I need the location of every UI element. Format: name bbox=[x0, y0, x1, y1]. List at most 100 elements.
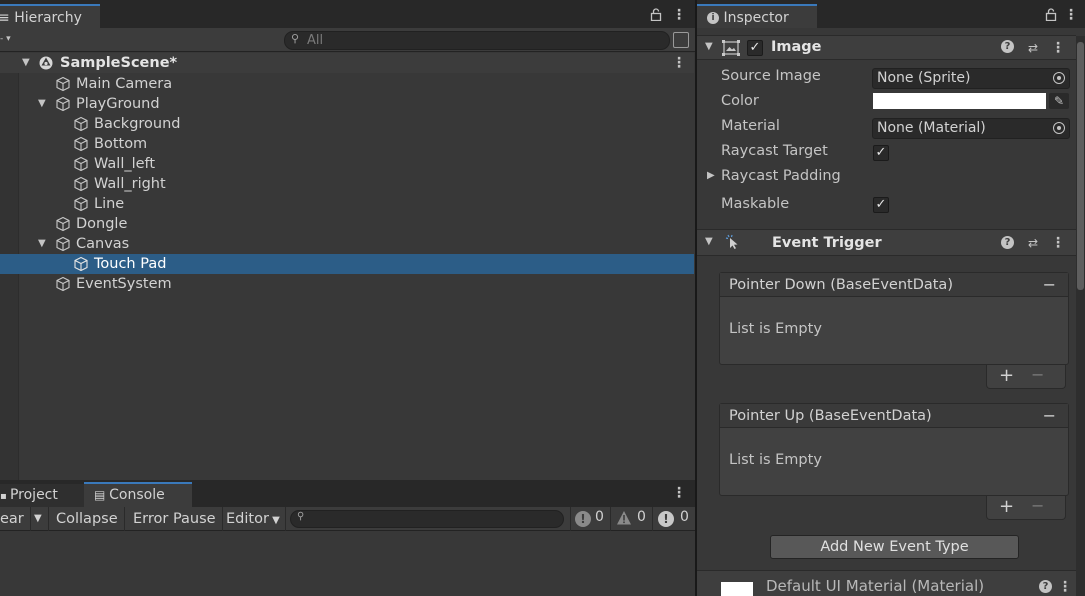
tree-item-wall-right[interactable]: Wall_right bbox=[0, 174, 694, 194]
foldout-arrow-icon[interactable]: ▶ bbox=[707, 170, 715, 181]
tree-item-label: Wall_left bbox=[94, 156, 156, 172]
raycast-target-label: Raycast Target bbox=[721, 143, 828, 159]
raycast-target-checkbox[interactable]: ✓ bbox=[873, 145, 889, 161]
gameobject-cube-icon bbox=[73, 196, 89, 212]
gameobject-cube-icon bbox=[55, 96, 71, 112]
foldout-arrow-icon[interactable]: ▼ bbox=[705, 41, 713, 52]
component-menu-icon[interactable]: ⋮ bbox=[1051, 40, 1065, 56]
expand-arrow-icon[interactable]: ▼ bbox=[22, 53, 30, 73]
warning-filter-toggle[interactable]: 0 bbox=[610, 507, 650, 531]
scene-row[interactable]: ▼ SampleScene* ⋮ bbox=[0, 53, 694, 73]
remove-listener-button[interactable]: − bbox=[1031, 365, 1044, 384]
image-component-header[interactable]: ▼ ✓ Image ? ⇄ ⋮ bbox=[697, 35, 1076, 60]
tree-item-label: Main Camera bbox=[76, 76, 173, 92]
search-icon: ⚲ bbox=[291, 32, 300, 45]
console-icon: ▤ bbox=[94, 488, 110, 502]
tree-item-line[interactable]: Line bbox=[0, 194, 694, 214]
event-body: List is Empty bbox=[729, 321, 822, 337]
color-swatch[interactable] bbox=[873, 93, 1046, 109]
tree-item-label: Wall_right bbox=[94, 176, 166, 192]
help-icon[interactable]: ? bbox=[1039, 580, 1052, 593]
panel-divider[interactable] bbox=[695, 0, 697, 596]
tree-item-main-camera[interactable]: Main Camera bbox=[0, 74, 694, 94]
help-icon[interactable]: ? bbox=[1001, 236, 1014, 249]
object-picker-icon[interactable] bbox=[1053, 122, 1065, 134]
chevron-down-icon: ▼ bbox=[268, 515, 280, 526]
gameobject-cube-icon bbox=[73, 256, 89, 272]
remove-event-button[interactable]: − bbox=[1043, 273, 1056, 297]
search-icon: ⚲ bbox=[297, 511, 305, 522]
editor-dropdown[interactable]: Editor ▼ bbox=[220, 507, 286, 531]
foldout-arrow-icon[interactable]: ▼ bbox=[705, 236, 713, 247]
remove-listener-button[interactable]: − bbox=[1031, 496, 1044, 515]
material-row: Material None (Material) bbox=[697, 115, 1085, 140]
source-image-field[interactable]: None (Sprite) bbox=[872, 68, 1070, 89]
material-label: Material bbox=[721, 118, 780, 134]
error-pause-button[interactable]: Error Pause bbox=[127, 507, 223, 531]
image-enabled-checkbox[interactable]: ✓ bbox=[747, 40, 763, 56]
tab-hierarchy[interactable]: ≡ Hierarchy bbox=[0, 4, 100, 28]
info-filter-toggle[interactable]: ! 0 bbox=[570, 507, 608, 531]
error-filter-toggle[interactable]: ! 0 bbox=[652, 507, 695, 531]
material-footer[interactable]: Default UI Material (Material) ? ⋮ bbox=[697, 570, 1076, 596]
eyedropper-icon[interactable]: ✎ bbox=[1049, 93, 1069, 109]
material-menu-icon[interactable]: ⋮ bbox=[1058, 579, 1072, 595]
remove-event-button[interactable]: − bbox=[1043, 404, 1056, 428]
error-icon: ! bbox=[658, 511, 674, 527]
event-body: List is Empty bbox=[729, 452, 822, 468]
clear-button[interactable]: ear bbox=[0, 507, 31, 531]
object-picker-icon[interactable] bbox=[1053, 72, 1065, 84]
tree-item-canvas[interactable]: ▼ Canvas bbox=[0, 234, 694, 254]
preset-icon[interactable]: ⇄ bbox=[1025, 40, 1041, 56]
project-folder-icon: ▪ bbox=[0, 491, 10, 502]
event-list-footer: + − bbox=[986, 496, 1066, 520]
console-search-input[interactable]: ⚲ bbox=[290, 510, 564, 528]
color-label: Color bbox=[721, 93, 759, 109]
console-menu-icon[interactable]: ⋮ bbox=[672, 485, 686, 501]
event-list-footer: + − bbox=[986, 365, 1066, 389]
tree-item-wall-left[interactable]: Wall_left bbox=[0, 154, 694, 174]
event-trigger-header[interactable]: ▼ Event Trigger ? ⇄ ⋮ bbox=[697, 229, 1076, 256]
raycast-padding-row[interactable]: ▶ Raycast Padding bbox=[697, 165, 1085, 190]
tree-item-label: EventSystem bbox=[76, 276, 172, 292]
material-preview-thumbnail bbox=[721, 582, 753, 596]
tab-project[interactable]: ▪ Project bbox=[0, 484, 84, 507]
preset-icon[interactable]: ⇄ bbox=[1025, 235, 1041, 251]
expand-arrow-icon[interactable]: ▼ bbox=[38, 94, 46, 114]
tree-item-bottom[interactable]: Bottom bbox=[0, 134, 694, 154]
info-icon: ! bbox=[575, 511, 591, 527]
gameobject-cube-icon bbox=[55, 216, 71, 232]
tree-item-playground[interactable]: ▼ PlayGround bbox=[0, 94, 694, 114]
hierarchy-menu-icon[interactable]: ⋮ bbox=[672, 7, 686, 23]
expand-arrow-icon[interactable]: ▼ bbox=[38, 234, 46, 254]
material-field[interactable]: None (Material) bbox=[872, 118, 1070, 139]
tab-inspector[interactable]: i Inspector bbox=[697, 4, 817, 28]
tree-item-background[interactable]: Background bbox=[0, 114, 694, 134]
add-dropdown-icon[interactable]: - ▾ bbox=[0, 34, 11, 44]
inspector-lock-icon[interactable] bbox=[1045, 8, 1057, 25]
scene-menu-icon[interactable]: ⋮ bbox=[672, 55, 686, 71]
inspector-menu-icon[interactable]: ⋮ bbox=[1064, 7, 1078, 23]
gameobject-cube-icon bbox=[55, 236, 71, 252]
hierarchy-list-icon: ≡ bbox=[0, 10, 10, 26]
add-listener-button[interactable]: + bbox=[999, 496, 1014, 517]
raycast-target-row: Raycast Target ✓ bbox=[697, 140, 1085, 165]
tree-item-dongle[interactable]: Dongle bbox=[0, 214, 694, 234]
maskable-row: Maskable ✓ bbox=[697, 193, 1085, 218]
tree-item-touch-pad[interactable]: Touch Pad bbox=[0, 254, 694, 274]
tree-item-eventsystem[interactable]: EventSystem bbox=[0, 274, 694, 294]
raycast-padding-label: Raycast Padding bbox=[721, 168, 841, 184]
help-icon[interactable]: ? bbox=[1001, 40, 1014, 53]
clear-dropdown-icon[interactable]: ▼ bbox=[28, 507, 49, 531]
gameobject-cube-icon bbox=[55, 276, 71, 292]
scene-visibility-icon[interactable] bbox=[673, 32, 689, 48]
hierarchy-search-input[interactable]: ⚲ All bbox=[284, 31, 670, 50]
add-new-event-type-button[interactable]: Add New Event Type bbox=[770, 535, 1019, 559]
add-listener-button[interactable]: + bbox=[999, 365, 1014, 386]
component-menu-icon[interactable]: ⋮ bbox=[1051, 235, 1065, 251]
lock-icon[interactable] bbox=[650, 8, 664, 22]
warning-icon bbox=[616, 510, 632, 530]
maskable-checkbox[interactable]: ✓ bbox=[873, 197, 889, 213]
collapse-button[interactable]: Collapse bbox=[50, 507, 125, 531]
tab-console[interactable]: ▤ Console bbox=[84, 482, 192, 507]
